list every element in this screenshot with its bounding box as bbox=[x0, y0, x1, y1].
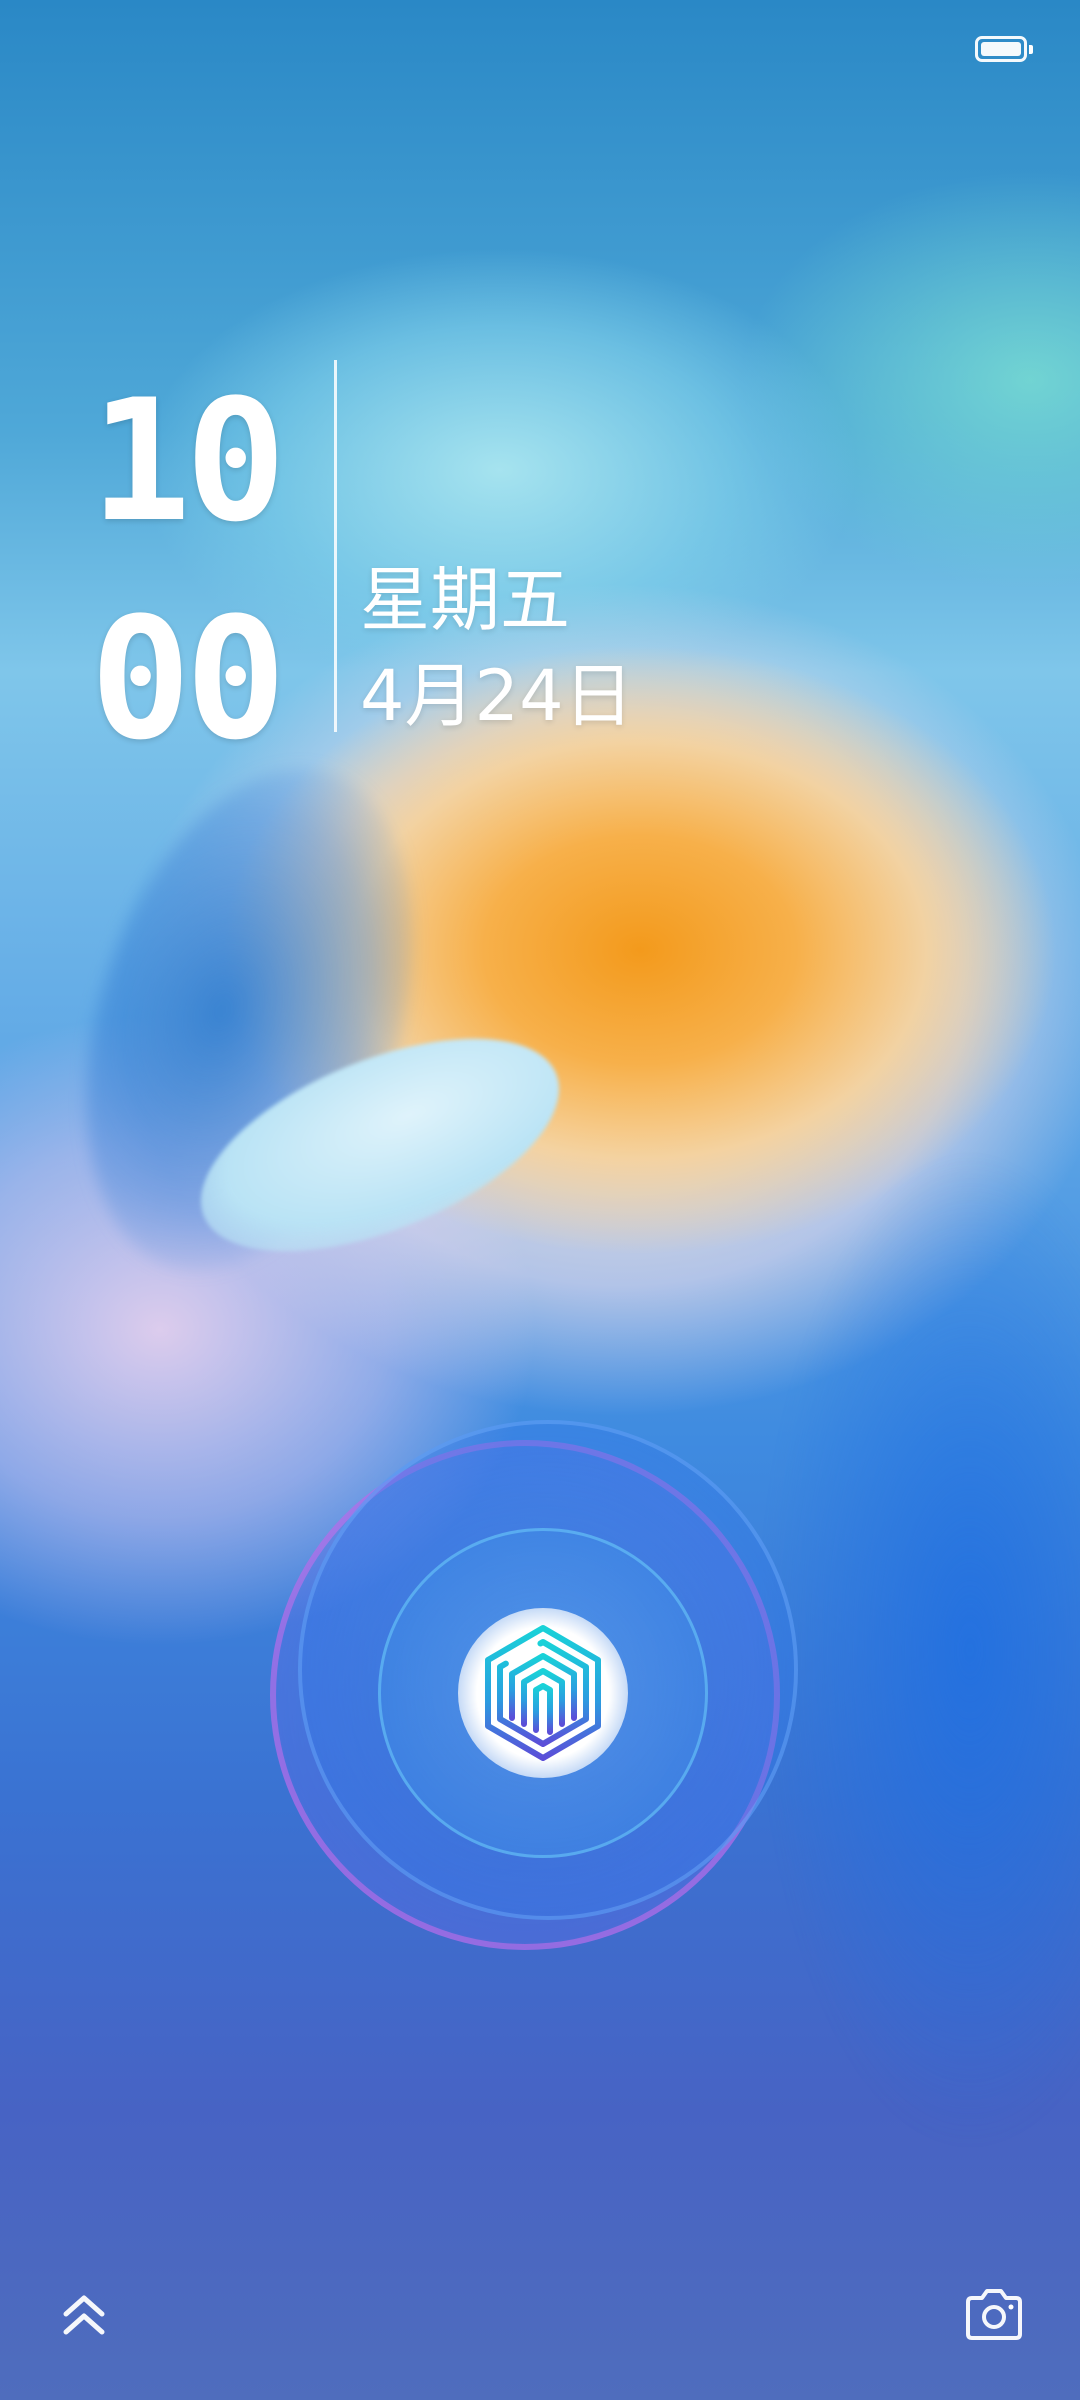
battery-tip bbox=[1029, 45, 1033, 54]
clock-hour: 10 bbox=[90, 363, 286, 559]
battery-fill bbox=[981, 42, 1021, 56]
wallpaper-blue-sweep bbox=[760, 1150, 1080, 2150]
fingerprint-icon[interactable] bbox=[468, 1618, 618, 1768]
weekday-label: 星期五 bbox=[360, 559, 570, 641]
clock-divider bbox=[334, 360, 337, 732]
clock-minute: 00 bbox=[90, 581, 286, 777]
lock-clock: 10 00 bbox=[90, 352, 286, 788]
camera-icon[interactable] bbox=[962, 2286, 1026, 2342]
date-label: 4月24日 bbox=[360, 655, 634, 737]
fingerprint-sensor[interactable] bbox=[270, 1420, 798, 1950]
lock-screen: 10 00 星期五 4月24日 bbox=[0, 0, 1080, 2400]
battery-full-icon bbox=[975, 36, 1033, 62]
chevron-up-icon[interactable] bbox=[58, 2290, 110, 2342]
